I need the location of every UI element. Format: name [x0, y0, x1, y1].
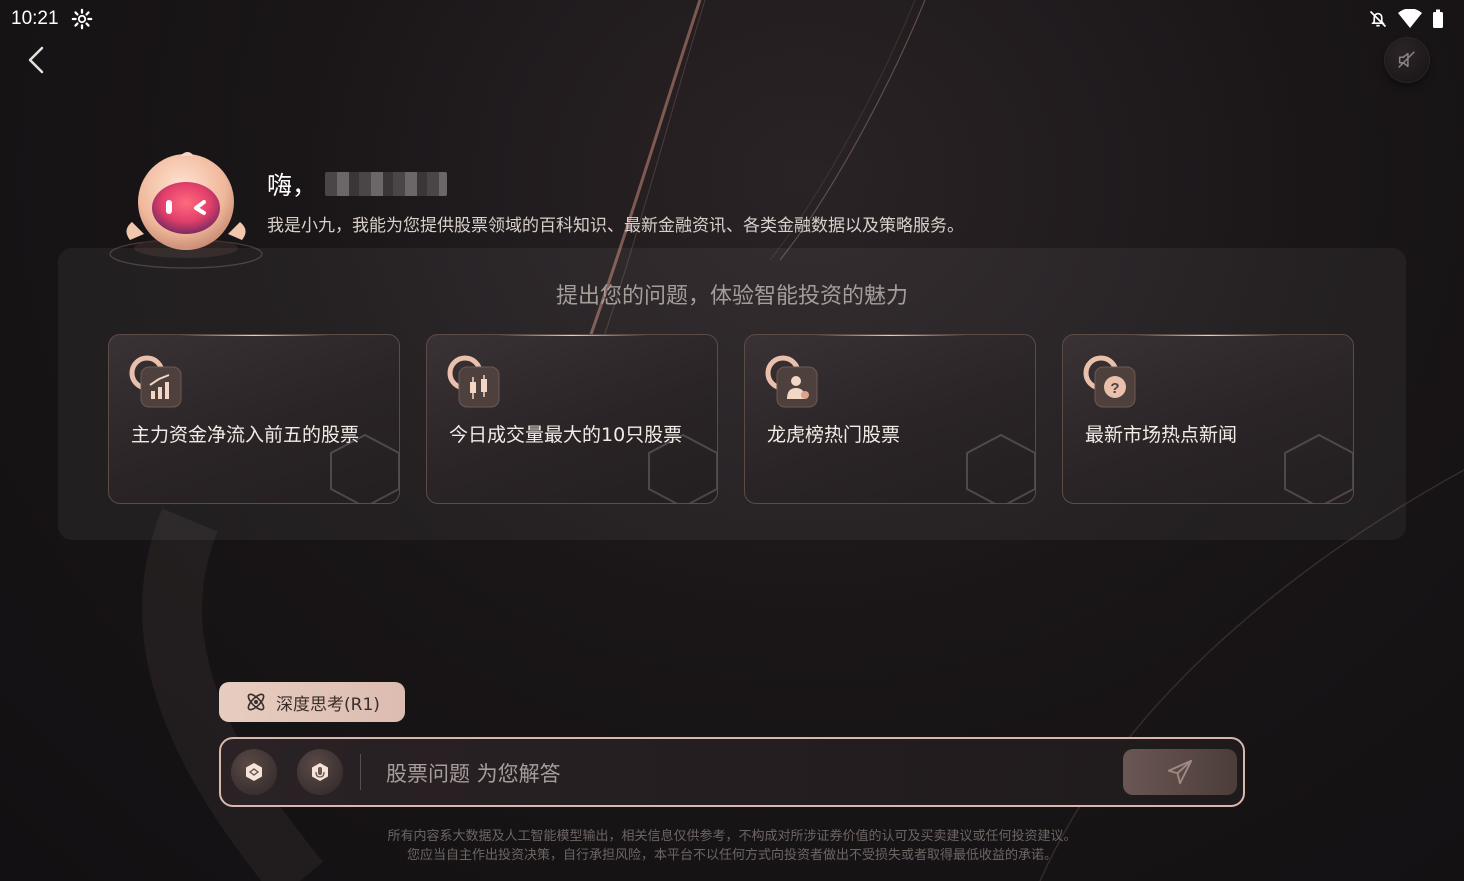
hexagon-decoration: [1284, 433, 1353, 503]
send-plane-icon: [1167, 759, 1193, 785]
greeting-hello: 嗨，: [267, 171, 318, 200]
suggestion-card-4[interactable]: ? 最新市场热点新闻: [1062, 334, 1354, 504]
hexagon-decoration: [330, 433, 399, 503]
suggestion-card-1[interactable]: 主力资金净流入前五的股票: [108, 334, 400, 504]
microphone-icon: [312, 763, 328, 781]
status-time: 10:21: [11, 8, 59, 29]
cube-icon: [246, 763, 262, 781]
suggestion-card-3[interactable]: 龙虎榜热门股票: [744, 334, 1036, 504]
battery-icon: [1432, 9, 1444, 33]
greeting-title: 嗨，: [267, 166, 448, 202]
deep-think-toggle[interactable]: 深度思考(R1): [219, 682, 405, 722]
card-glow: [815, 335, 965, 336]
status-bar: 10:21: [0, 0, 1464, 38]
suggestion-card-2[interactable]: 今日成交量最大的10只股票: [426, 334, 718, 504]
card-glow: [1133, 335, 1283, 336]
svg-text:?: ?: [1110, 380, 1119, 397]
back-button[interactable]: [22, 44, 52, 76]
card-glow: [497, 335, 647, 336]
question-bubble-icon: ?: [1083, 355, 1136, 408]
settings-gear-icon: [71, 8, 93, 34]
disclaimer: 所有内容系大数据及人工智能模型输出，相关信息仅供参考，不构成对所涉证券价值的认可…: [0, 827, 1464, 865]
wifi-icon: [1398, 8, 1422, 33]
user-heart-icon: [765, 355, 818, 408]
status-icons: [1368, 8, 1444, 33]
question-input[interactable]: [384, 755, 1088, 793]
cube-button[interactable]: [231, 749, 277, 795]
speaker-muted-icon: [1398, 51, 1415, 68]
hexagon-decoration: [966, 433, 1035, 503]
redacted-username: [325, 172, 448, 196]
candlestick-icon: [447, 355, 500, 408]
input-divider: [360, 754, 361, 790]
chart-bars-icon: [129, 355, 182, 408]
card-glow: [179, 335, 329, 336]
notifications-off-icon: [1368, 9, 1388, 33]
atom-icon: [247, 693, 265, 711]
panel-title: 提出您的问题，体验智能投资的魅力: [555, 284, 908, 309]
deep-think-label: 深度思考(R1): [276, 694, 380, 715]
assistant-intro: 我是小九，我能为您提供股票领域的百科知识、最新金融资讯、各类金融数据以及策略服务…: [267, 216, 964, 236]
hexagon-decoration: [648, 433, 717, 503]
chat-input-bar: [219, 737, 1245, 807]
mute-button[interactable]: [1385, 38, 1429, 82]
voice-input-button[interactable]: [297, 749, 343, 795]
disclaimer-line-2: 您应当自主作出投资决策，自行承担风险，本平台不以任何方式向投资者做出不受损失或者…: [406, 848, 1057, 863]
disclaimer-line-1: 所有内容系大数据及人工智能模型输出，相关信息仅供参考，不构成对所涉证券价值的认可…: [387, 829, 1077, 844]
send-button[interactable]: [1123, 749, 1237, 795]
chevron-left-icon: [28, 46, 44, 74]
